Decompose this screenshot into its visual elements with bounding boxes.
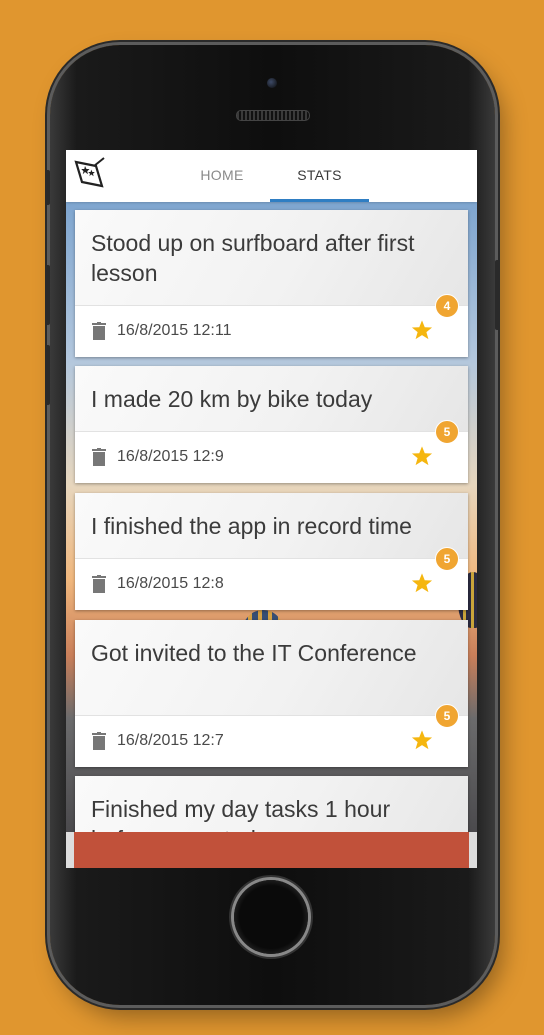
achievement-date: 16/8/2015 12:11 <box>117 322 232 339</box>
top-navigation-bar: HOME STATS <box>66 150 477 202</box>
star-icon[interactable] <box>411 319 433 341</box>
achievement-card[interactable]: Got invited to the IT Conference 16/8/20… <box>75 620 468 767</box>
bottom-action-bar[interactable] <box>74 832 469 868</box>
card-footer: 16/8/2015 12:9 5 <box>75 420 468 483</box>
star-icon[interactable] <box>411 572 433 594</box>
trash-icon[interactable] <box>92 322 106 340</box>
earpiece-speaker <box>236 110 310 121</box>
card-footer: 16/8/2015 12:7 5 <box>75 704 468 767</box>
achievements-list[interactable]: Stood up on surfboard after first lesson… <box>66 202 477 832</box>
star-count-badge: 5 <box>435 420 459 444</box>
achievement-date: 16/8/2015 12:7 <box>117 732 224 749</box>
achievement-title: I finished the app in record time <box>75 493 468 559</box>
star-count-badge: 5 <box>435 704 459 728</box>
trash-icon[interactable] <box>92 448 106 466</box>
trash-icon[interactable] <box>92 732 106 750</box>
achievement-card[interactable]: Stood up on surfboard after first lesson… <box>75 210 468 357</box>
achievement-date: 16/8/2015 12:8 <box>117 575 224 592</box>
achievement-date: 16/8/2015 12:9 <box>117 448 224 465</box>
tab-stats[interactable]: STATS <box>270 150 369 202</box>
app-screen: HOME STATS Stood up on surfboard after f… <box>66 150 477 868</box>
mute-switch <box>45 170 50 205</box>
card-footer: 16/8/2015 12:8 5 <box>75 547 468 610</box>
achievement-card[interactable]: I finished the app in record time 16/8/2… <box>75 493 468 610</box>
tab-home[interactable]: HOME <box>186 150 258 202</box>
card-footer: 16/8/2015 12:11 4 <box>75 294 468 357</box>
achievement-card[interactable]: Finished my day tasks 1 hour before expe… <box>75 776 468 832</box>
phone-home-button[interactable] <box>234 880 308 954</box>
front-camera <box>267 78 277 88</box>
achievement-logo-icon[interactable] <box>72 156 106 190</box>
achievement-title: Finished my day tasks 1 hour before expe… <box>75 776 468 832</box>
achievement-card[interactable]: I made 20 km by bike today 16/8/2015 12:… <box>75 366 468 483</box>
star-count-badge: 4 <box>435 294 459 318</box>
achievement-title: Got invited to the IT Conference <box>75 620 468 716</box>
star-icon[interactable] <box>411 729 433 751</box>
trash-icon[interactable] <box>92 575 106 593</box>
volume-down-button <box>45 345 50 405</box>
star-icon[interactable] <box>411 445 433 467</box>
power-button <box>495 260 500 330</box>
achievement-title: Stood up on surfboard after first lesson <box>75 210 468 306</box>
achievement-title: I made 20 km by bike today <box>75 366 468 432</box>
volume-up-button <box>45 265 50 325</box>
star-count-badge: 5 <box>435 547 459 571</box>
